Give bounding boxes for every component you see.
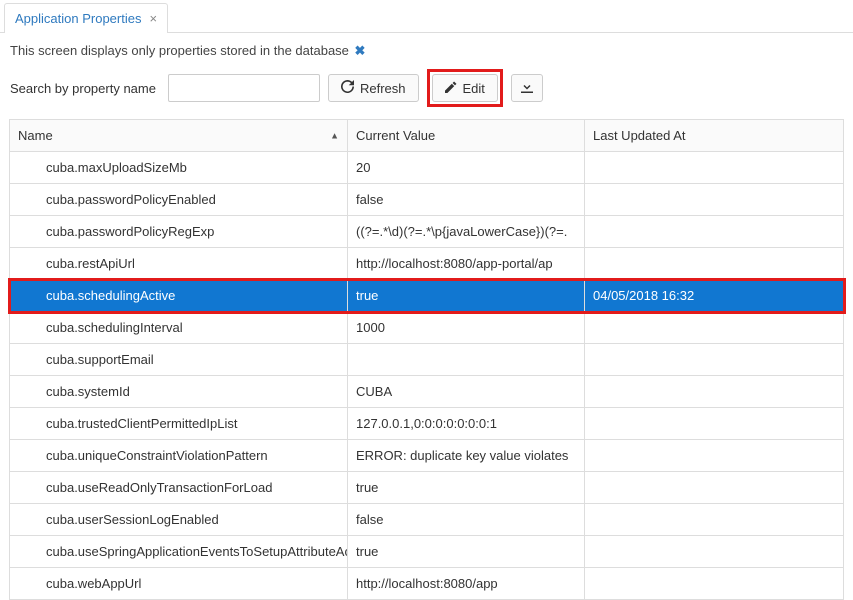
cell-value: ((?=.*\d)(?=.*\p{javaLowerCase})(?=. bbox=[348, 216, 585, 248]
properties-table: Name ▲ Current Value Last Updated At cub… bbox=[9, 119, 844, 600]
cell-updated bbox=[585, 184, 844, 216]
cell-name: cuba.passwordPolicyEnabled bbox=[10, 184, 348, 216]
sort-asc-icon: ▲ bbox=[330, 130, 339, 140]
cell-value: true bbox=[348, 280, 585, 312]
refresh-icon bbox=[341, 80, 354, 96]
cell-name: cuba.restApiUrl bbox=[10, 248, 348, 280]
table-row[interactable]: cuba.useReadOnlyTransactionForLoadtrue bbox=[10, 472, 844, 504]
cell-updated bbox=[585, 344, 844, 376]
table-row[interactable]: cuba.passwordPolicyRegExp((?=.*\d)(?=.*\… bbox=[10, 216, 844, 248]
table-row[interactable]: cuba.schedulingInterval1000 bbox=[10, 312, 844, 344]
cell-updated bbox=[585, 440, 844, 472]
cell-updated bbox=[585, 568, 844, 600]
table-row[interactable]: cuba.schedulingActivetrue04/05/2018 16:3… bbox=[10, 280, 844, 312]
tab-application-properties[interactable]: Application Properties × bbox=[4, 3, 168, 33]
cell-value: 127.0.0.1,0:0:0:0:0:0:0:1 bbox=[348, 408, 585, 440]
table-row[interactable]: cuba.userSessionLogEnabledfalse bbox=[10, 504, 844, 536]
cell-updated bbox=[585, 376, 844, 408]
cell-updated: 04/05/2018 16:32 bbox=[585, 280, 844, 312]
search-input[interactable] bbox=[168, 74, 320, 102]
cell-value: ERROR: duplicate key value violates bbox=[348, 440, 585, 472]
cell-name: cuba.webAppUrl bbox=[10, 568, 348, 600]
pencil-icon bbox=[445, 81, 457, 96]
tab-bar: Application Properties × bbox=[0, 0, 853, 33]
table-row[interactable]: cuba.uniqueConstraintViolationPatternERR… bbox=[10, 440, 844, 472]
cell-name: cuba.useReadOnlyTransactionForLoad bbox=[10, 472, 348, 504]
cell-value bbox=[348, 344, 585, 376]
cell-updated bbox=[585, 472, 844, 504]
table-row[interactable]: cuba.supportEmail bbox=[10, 344, 844, 376]
table-row[interactable]: cuba.webAppUrlhttp://localhost:8080/app bbox=[10, 568, 844, 600]
info-text: This screen displays only properties sto… bbox=[10, 43, 349, 58]
cell-value: 1000 bbox=[348, 312, 585, 344]
cell-name: cuba.maxUploadSizeMb bbox=[10, 152, 348, 184]
cell-value: http://localhost:8080/app-portal/ap bbox=[348, 248, 585, 280]
cell-value: CUBA bbox=[348, 376, 585, 408]
export-button[interactable] bbox=[511, 74, 543, 102]
table-row[interactable]: cuba.useSpringApplicationEventsToSetupAt… bbox=[10, 536, 844, 568]
toolbar: Search by property name Refresh Edit bbox=[0, 69, 853, 119]
cell-value: false bbox=[348, 504, 585, 536]
cell-updated bbox=[585, 536, 844, 568]
table-row[interactable]: cuba.maxUploadSizeMb20 bbox=[10, 152, 844, 184]
cell-value: http://localhost:8080/app bbox=[348, 568, 585, 600]
cell-value: true bbox=[348, 472, 585, 504]
table-row[interactable]: cuba.restApiUrlhttp://localhost:8080/app… bbox=[10, 248, 844, 280]
info-dismiss-icon[interactable]: ✖ bbox=[355, 43, 366, 58]
cell-name: cuba.userSessionLogEnabled bbox=[10, 504, 348, 536]
cell-name: cuba.schedulingActive bbox=[10, 280, 348, 312]
download-icon bbox=[521, 81, 533, 96]
cell-value: true bbox=[348, 536, 585, 568]
col-header-updated[interactable]: Last Updated At bbox=[585, 120, 844, 152]
cell-value: 20 bbox=[348, 152, 585, 184]
cell-value: false bbox=[348, 184, 585, 216]
col-header-name[interactable]: Name ▲ bbox=[10, 120, 348, 152]
tab-title: Application Properties bbox=[15, 11, 141, 26]
cell-updated bbox=[585, 408, 844, 440]
cell-name: cuba.schedulingInterval bbox=[10, 312, 348, 344]
cell-name: cuba.useSpringApplicationEventsToSetupAt… bbox=[10, 536, 348, 568]
cell-name: cuba.systemId bbox=[10, 376, 348, 408]
cell-name: cuba.supportEmail bbox=[10, 344, 348, 376]
table-row[interactable]: cuba.systemIdCUBA bbox=[10, 376, 844, 408]
info-line: This screen displays only properties sto… bbox=[0, 33, 853, 69]
cell-updated bbox=[585, 152, 844, 184]
col-header-value[interactable]: Current Value bbox=[348, 120, 585, 152]
edit-button[interactable]: Edit bbox=[432, 74, 498, 102]
table-header-row: Name ▲ Current Value Last Updated At bbox=[10, 120, 844, 152]
table-row[interactable]: cuba.passwordPolicyEnabledfalse bbox=[10, 184, 844, 216]
refresh-button-label: Refresh bbox=[360, 81, 406, 96]
cell-updated bbox=[585, 312, 844, 344]
close-icon[interactable]: × bbox=[149, 12, 157, 25]
refresh-button[interactable]: Refresh bbox=[328, 74, 419, 102]
cell-updated bbox=[585, 248, 844, 280]
cell-name: cuba.uniqueConstraintViolationPattern bbox=[10, 440, 348, 472]
edit-highlight: Edit bbox=[427, 69, 503, 107]
cell-updated bbox=[585, 504, 844, 536]
search-label: Search by property name bbox=[10, 81, 156, 96]
table-row[interactable]: cuba.trustedClientPermittedIpList127.0.0… bbox=[10, 408, 844, 440]
edit-button-label: Edit bbox=[463, 81, 485, 96]
cell-updated bbox=[585, 216, 844, 248]
cell-name: cuba.passwordPolicyRegExp bbox=[10, 216, 348, 248]
cell-name: cuba.trustedClientPermittedIpList bbox=[10, 408, 348, 440]
